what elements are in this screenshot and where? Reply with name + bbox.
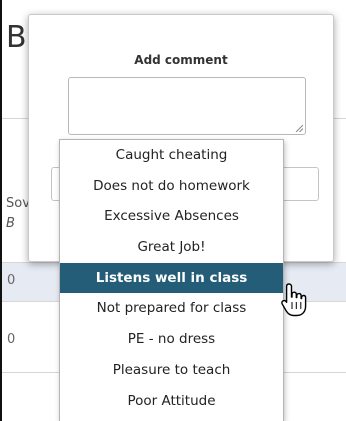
dropdown-option-highlighted[interactable]: Listens well in class — [60, 262, 283, 294]
row-cell-fragment: 0 — [7, 273, 16, 288]
popup-title: Add comment — [134, 53, 228, 67]
dropdown-option[interactable]: Caught cheating — [60, 140, 283, 171]
table-header-fragment: B — [6, 20, 27, 55]
dropdown-option[interactable]: PE - no dress — [60, 324, 283, 355]
row-cell-fragment: 0 — [7, 332, 16, 347]
comment-options-dropdown[interactable]: Caught cheating Does not do homework Exc… — [59, 139, 284, 421]
dropdown-option[interactable]: Pleasure to teach — [60, 355, 283, 386]
column-header-fragment: Sov — [6, 196, 30, 211]
hand-pointer-icon — [281, 283, 307, 317]
resize-grip-icon[interactable] — [295, 124, 303, 132]
dropdown-option[interactable]: Does not do homework — [60, 171, 283, 202]
dropdown-option[interactable]: Poor Attitude — [60, 386, 283, 417]
column-subheader-fragment: B — [6, 216, 15, 231]
dropdown-option[interactable]: Not prepared for class — [60, 293, 283, 324]
dropdown-option[interactable]: Great Job! — [60, 232, 283, 263]
dropdown-option[interactable]: Excessive Absences — [60, 201, 283, 232]
comment-textarea[interactable] — [68, 77, 306, 135]
